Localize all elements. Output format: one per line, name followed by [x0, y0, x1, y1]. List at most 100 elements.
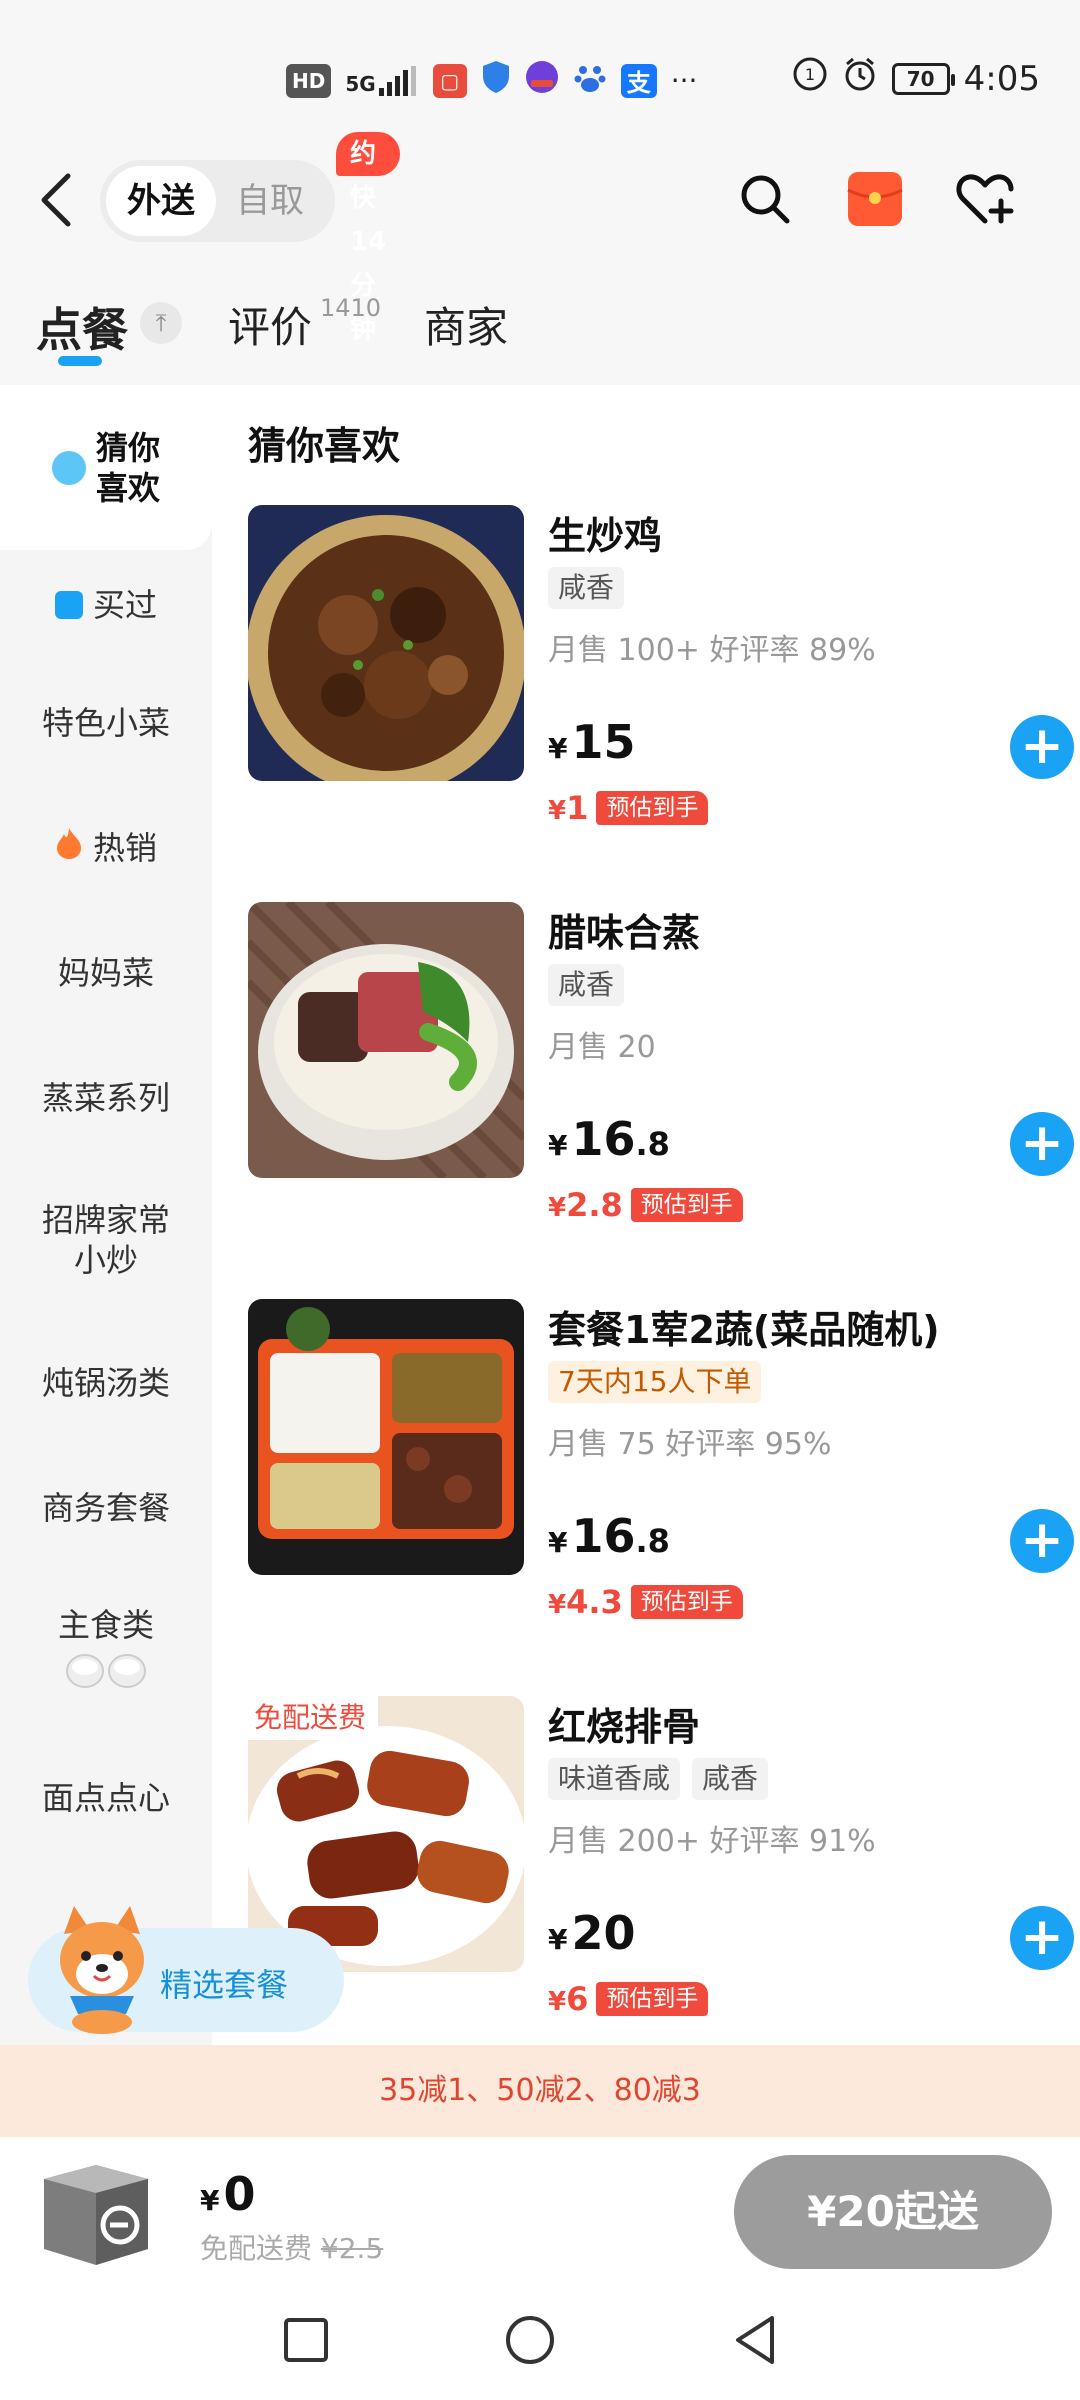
- yen-symbol: ¥: [548, 1193, 567, 1223]
- dish-tag: 咸香: [692, 1758, 769, 1800]
- price-dec: .8: [635, 1125, 670, 1163]
- dish-item[interactable]: 套餐1荤2蔬(菜品随机) 7天内15人下单 月售 75 好评率 95% ¥16.…: [248, 1299, 1074, 1621]
- yen-symbol: ¥: [200, 2184, 220, 2217]
- sidebar-item-label: 特色小菜: [41, 703, 170, 742]
- dish-price: ¥20: [548, 1906, 636, 1960]
- rice-bowl-icon: [64, 1651, 148, 1700]
- dish-item[interactable]: 生炒鸡 咸香 月售 100+ 好评率 89% ¥15 + ¥1 预估到手: [248, 505, 1074, 827]
- cart-icon[interactable]: [34, 2149, 158, 2273]
- dish-tags: 咸香: [548, 964, 625, 1006]
- huawei-app-icon: ▢: [432, 63, 467, 98]
- pin-top-icon[interactable]: ⤒: [140, 302, 182, 344]
- yen-symbol: ¥: [548, 1923, 568, 1956]
- recent-apps-icon[interactable]: [276, 2310, 336, 2370]
- cart-total: ¥0: [200, 2167, 256, 2221]
- sidebar-item-label: 面点点心: [41, 1778, 170, 1817]
- dish-tags: 7天内15人下单: [548, 1361, 762, 1403]
- header: 外送 自取 约快14分钟: [0, 132, 1080, 345]
- sidebar-item-steamed[interactable]: 蒸菜系列: [0, 1035, 212, 1160]
- sidebar-item-specialty[interactable]: 特色小菜: [0, 660, 212, 785]
- sidebar-item-guess-you-like[interactable]: 猜你 喜欢: [0, 385, 212, 550]
- dish-sales: 月售 20: [548, 1030, 656, 1065]
- sidebar-item-business-set[interactable]: 商务套餐: [0, 1445, 212, 1570]
- delivery-fee: 免配送费 ¥2.5: [200, 2227, 383, 2267]
- reviews-count: 1410: [320, 294, 382, 322]
- favorite-add-icon[interactable]: [950, 164, 1020, 234]
- back-icon[interactable]: [36, 170, 86, 240]
- home-icon[interactable]: [500, 2310, 560, 2370]
- yen-symbol: ¥: [548, 1129, 568, 1162]
- add-to-cart-button[interactable]: +: [1010, 1906, 1074, 1970]
- sidebar-item-label: 商务套餐: [41, 1488, 170, 1527]
- mode-delivery[interactable]: 外送: [106, 166, 216, 236]
- dish-tag: 咸香: [548, 567, 625, 609]
- dish-name: 红烧排骨: [548, 1705, 701, 1749]
- signal-label: 5G: [345, 71, 376, 96]
- estimated-price: ¥6 预估到手: [548, 1980, 709, 2018]
- dish-name: 套餐1荤2蔬(菜品随机): [548, 1308, 940, 1352]
- fee-label: 免配送费: [200, 2232, 313, 2265]
- sidebar-item-stew-soup[interactable]: 炖锅汤类: [0, 1320, 212, 1445]
- sidebar-item-label: 炖锅汤类: [41, 1363, 170, 1402]
- add-to-cart-button[interactable]: +: [1010, 1112, 1074, 1176]
- bag-bullet-icon: [54, 591, 83, 619]
- est-value: 1: [566, 789, 589, 827]
- sidebar-item-label: 买过: [92, 586, 157, 624]
- add-to-cart-button[interactable]: +: [1010, 715, 1074, 779]
- tab-underline: [58, 356, 102, 366]
- dish-price: ¥16.8: [548, 1112, 670, 1166]
- sidebar-item-label: 招牌家常 小炒: [41, 1201, 170, 1279]
- yen-symbol: ¥: [548, 1526, 568, 1559]
- dish-name: 腊味合蒸: [548, 911, 701, 955]
- price-int: 16: [571, 1112, 636, 1166]
- tab-merchant[interactable]: 商家: [424, 294, 508, 355]
- fee-original: ¥2.5: [320, 2232, 384, 2265]
- signal-5g-icon: 5G: [345, 65, 418, 96]
- svg-text:1: 1: [805, 65, 815, 84]
- sidebar-item-mom-dishes[interactable]: 妈妈菜: [0, 910, 212, 1035]
- est-badge: 预估到手: [596, 791, 709, 825]
- sidebar-item-hot[interactable]: 热销: [0, 785, 212, 910]
- est-value: 2.8: [566, 1186, 623, 1224]
- price-int: 16: [571, 1509, 636, 1563]
- search-icon[interactable]: [730, 164, 800, 234]
- min-order-button[interactable]: ¥20起送: [734, 2155, 1052, 2269]
- sidebar-item-signature-stirfry[interactable]: 招牌家常 小炒: [0, 1160, 212, 1320]
- dish-tag: 味道香咸: [548, 1758, 681, 1800]
- mascot-icon: [50, 1904, 154, 2034]
- red-packet-icon[interactable]: [840, 164, 910, 234]
- baidu-paw-icon: [573, 60, 607, 101]
- estimated-price: ¥2.8 预估到手: [548, 1186, 743, 1224]
- dish-photo[interactable]: [248, 1299, 524, 1575]
- eye-bullet-icon: [51, 450, 86, 485]
- fire-icon: [55, 826, 83, 869]
- cart-total-value: 0: [223, 2167, 256, 2221]
- sidebar-item-label: 猜你 喜欢: [95, 428, 160, 507]
- hd-icon: HD: [286, 63, 332, 98]
- back-nav-icon[interactable]: [726, 2310, 786, 2370]
- dish-photo[interactable]: [248, 902, 524, 1178]
- price-dec: .8: [635, 1522, 670, 1560]
- cart-bar: ¥0 免配送费 ¥2.5 ¥20起送: [0, 2137, 1080, 2280]
- dish-photo[interactable]: [248, 505, 524, 781]
- dish-item[interactable]: 腊味合蒸 咸香 月售 20 ¥16.8 + ¥2.8 预估到手: [248, 902, 1074, 1224]
- discount-banner: 35减1、50减2、80减3: [0, 2045, 1080, 2137]
- sidebar-item-bought[interactable]: 买过: [0, 550, 212, 660]
- dish-price: ¥16.8: [548, 1509, 670, 1563]
- featured-set-button[interactable]: 精选套餐: [28, 1906, 344, 2034]
- tab-order[interactable]: 点餐: [36, 294, 128, 360]
- status-bar: HD 5G ▢ 支 ··· 1 70 4:05: [0, 0, 1080, 150]
- mode-pickup[interactable]: 自取: [215, 166, 325, 236]
- add-to-cart-button[interactable]: +: [1010, 1509, 1074, 1573]
- dish-sales: 月售 75 好评率 95%: [548, 1427, 832, 1462]
- tab-reviews[interactable]: 评价: [228, 294, 312, 355]
- estimated-price: ¥4.3 预估到手: [548, 1583, 743, 1621]
- est-badge: 预估到手: [596, 1982, 709, 2016]
- delivery-mode-toggle[interactable]: 外送 自取 约快14分钟: [100, 132, 401, 345]
- sidebar-item-label: 热销: [92, 828, 157, 867]
- dish-item[interactable]: 免配送费 红烧排骨 味道香咸 咸香 月售 200+ 好评率 91% ¥20 + …: [242, 1696, 1074, 2018]
- sidebar-item-staple[interactable]: 主食类: [0, 1570, 212, 1735]
- battery-icon: 70: [891, 62, 955, 95]
- estimated-price: ¥1 预估到手: [548, 789, 709, 827]
- sidebar-item-pastry[interactable]: 面点点心: [0, 1735, 212, 1860]
